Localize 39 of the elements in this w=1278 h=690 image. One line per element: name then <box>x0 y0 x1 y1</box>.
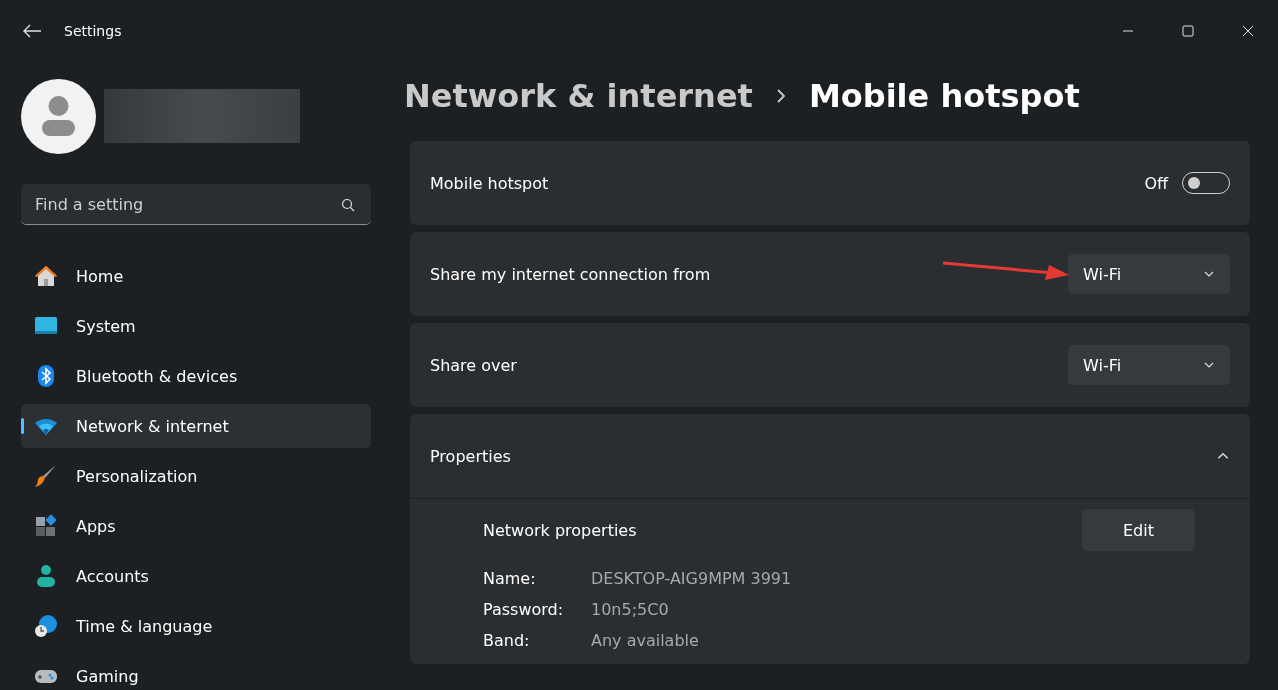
setting-label: Share my internet connection from <box>430 264 711 284</box>
sidebar-item[interactable]: Personalization <box>21 454 371 498</box>
back-arrow-icon[interactable] <box>22 23 42 39</box>
house-icon <box>34 264 58 288</box>
field-label: Password: <box>483 600 565 619</box>
setting-label: Mobile hotspot <box>430 173 549 193</box>
setting-label: Share over <box>430 355 517 375</box>
section-title: Network properties <box>483 520 637 540</box>
field-label: Band: <box>483 631 531 650</box>
toggle-state-label: Off <box>1144 173 1168 193</box>
close-icon[interactable] <box>1242 25 1254 37</box>
sidebar-item[interactable]: Time & language <box>21 604 371 648</box>
field-value: DESKTOP-AIG9MPM 3991 <box>591 569 793 588</box>
edit-button[interactable]: Edit <box>1082 509 1195 551</box>
search-field[interactable]: Find a setting <box>21 184 371 225</box>
apps-icon <box>34 514 58 538</box>
section-label: Properties <box>430 446 511 466</box>
sidebar-item[interactable]: Gaming <box>21 654 371 690</box>
person-icon <box>34 564 58 588</box>
sidebar-item[interactable]: Bluetooth & devices <box>21 354 371 398</box>
page-title: Mobile hotspot <box>808 77 1080 115</box>
dropdown[interactable]: Wi-Fi <box>1068 254 1230 294</box>
dropdown[interactable]: Wi-Fi <box>1068 345 1230 385</box>
search-icon <box>341 198 355 212</box>
paintbrush-icon <box>34 464 58 488</box>
field-value: 10n5;5C0 <box>591 600 670 619</box>
breadcrumb-link[interactable]: Network & internet <box>404 77 753 115</box>
sidebar-item[interactable]: System <box>21 304 371 348</box>
chevron-right-icon <box>774 89 787 103</box>
sidebar-item[interactable]: Home <box>21 254 371 298</box>
field-label: Name: <box>483 569 537 588</box>
field-value: Any available <box>591 631 700 650</box>
window-title: Settings <box>64 23 122 39</box>
maximize-icon[interactable] <box>1182 25 1194 37</box>
sidebar-item[interactable]: Network & internet <box>21 404 371 448</box>
globe-clock-icon <box>34 614 58 638</box>
avatar-icon <box>21 78 96 154</box>
sidebar-item[interactable]: Apps <box>21 504 371 548</box>
sidebar-item[interactable]: Accounts <box>21 554 371 598</box>
